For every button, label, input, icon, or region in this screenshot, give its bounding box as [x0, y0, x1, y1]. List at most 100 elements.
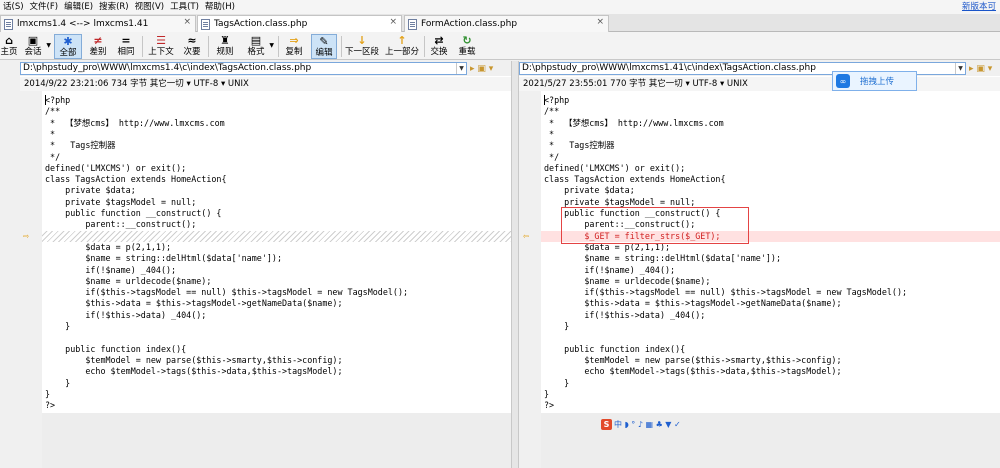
code-line: <?php: [544, 95, 570, 105]
code-line: * Tags控制器: [45, 140, 116, 151]
menu-item-help[interactable]: 帮助(H): [202, 0, 238, 14]
close-icon[interactable]: ×: [596, 17, 604, 27]
pane-splitter[interactable]: [511, 61, 519, 468]
menu-item-search[interactable]: 搜索(R): [96, 0, 132, 14]
close-icon[interactable]: ×: [183, 17, 191, 27]
left-marker-gutter: [20, 91, 42, 468]
swap-button[interactable]: ⇄ 交换: [428, 34, 450, 59]
code-line: * 【梦想cms】 http://www.lmxcms.com: [544, 117, 724, 128]
code-line: parent::__construct();: [45, 219, 197, 230]
swap-icon: ⇄: [434, 34, 444, 47]
toolbar-separator: [424, 36, 425, 57]
right-marker-gutter: [519, 91, 541, 468]
ime-toolbar[interactable]: S 中 ◗ ° ♪ ▦ ♣ ▼ ✓: [601, 419, 681, 430]
home-button[interactable]: ⌂ 主页: [0, 34, 18, 59]
tab-formaction[interactable]: FormAction.class.php ×: [404, 15, 609, 32]
tab-label: lmxcms1.4 <--> lmxcms1.41: [17, 19, 149, 29]
code-line: $name = urldecode($name);: [45, 275, 212, 286]
toolbar-separator: [142, 36, 143, 57]
menu-item-view[interactable]: 视图(V): [132, 0, 167, 14]
ime-tools: 中 ◗ ° ♪ ▦ ♣ ▼ ✓: [614, 420, 681, 429]
code-line: }: [544, 388, 550, 399]
left-gutter-strip: [0, 61, 20, 468]
minor-button[interactable]: ≈ 次要: [180, 34, 204, 59]
code-line: $name = urldecode($name);: [544, 275, 711, 286]
code-line: $this->data = $this->tagsModel->getNameD…: [45, 298, 343, 309]
right-path-bar: ▼ D:\phpstudy_pro\WWW\lmxcms1.41\c\index…: [519, 61, 1000, 76]
code-line: $data = p(2,1,1);: [45, 241, 172, 252]
toolbar-separator: [341, 36, 342, 57]
file-compare-icon: [201, 18, 210, 30]
missing-line-hatch: [42, 230, 511, 242]
right-pane: ▼ D:\phpstudy_pro\WWW\lmxcms1.41\c\index…: [519, 61, 1000, 468]
code-line: */: [544, 151, 560, 162]
arrow-up-icon: ↑: [397, 34, 407, 47]
show-same-button[interactable]: = 相同: [114, 34, 138, 59]
show-diffs-button[interactable]: ≠ 差别: [86, 34, 110, 59]
code-line: public function __construct() {: [45, 208, 222, 218]
code-line: }: [544, 377, 570, 388]
code-line: *: [45, 128, 56, 139]
sogou-logo-icon: S: [601, 419, 612, 430]
folder-compare-icon: [4, 18, 13, 30]
right-file-info: 2021/5/27 23:55:01 770 字节 其它一切 ▾ UTF-8 ▾…: [519, 77, 1000, 91]
menu-item-edit[interactable]: 编辑(E): [61, 0, 96, 14]
reload-button[interactable]: ↻ 重载: [456, 34, 478, 59]
folder-browse-icon[interactable]: ▸ ▣ ▾: [969, 64, 992, 74]
code-line: }: [45, 321, 71, 331]
arrow-right-icon: ⇒: [289, 34, 299, 47]
code-line: */: [45, 151, 61, 162]
left-path-input[interactable]: ▼ D:\phpstudy_pro\WWW\lmxcms1.4\c\index\…: [20, 62, 467, 75]
toolbar-separator: [278, 36, 279, 57]
context-button[interactable]: ☰ 上下文: [146, 34, 176, 59]
code-line: * 【梦想cms】 http://www.lmxcms.com: [45, 117, 225, 128]
session-button[interactable]: ▣ 会话 ▼: [21, 34, 51, 59]
reload-icon: ↻: [462, 34, 472, 47]
chevron-down-icon[interactable]: ▼: [955, 63, 965, 74]
edit-button[interactable]: ✎ 编辑: [311, 34, 337, 59]
left-code-view[interactable]: <?php/** * 【梦想cms】 http://www.lmxcms.com…: [23, 91, 511, 468]
code-line: ?>: [45, 400, 56, 411]
code-line: ?>: [544, 400, 555, 411]
prev-section-button[interactable]: ↑ 上一部分: [384, 34, 420, 59]
tab-tagsaction[interactable]: TagsAction.class.php ×: [197, 15, 402, 32]
menu-bar: 话(S) 文件(F) 编辑(E) 搜索(R) 视图(V) 工具(T) 帮助(H)…: [0, 0, 1000, 14]
file-compare-icon: [408, 18, 417, 30]
rules-button[interactable]: ♜ 规则: [213, 34, 237, 59]
menu-item-file[interactable]: 文件(F): [27, 0, 62, 14]
tab-session-compare[interactable]: lmxcms1.4 <--> lmxcms1.41 ×: [0, 15, 196, 32]
code-line: if(!$this->data) _404();: [544, 309, 706, 320]
rules-icon: ♜: [220, 34, 230, 47]
close-icon[interactable]: ×: [389, 17, 397, 27]
next-section-button[interactable]: ↓ 下一区段: [344, 34, 380, 59]
code-line: }: [45, 377, 71, 388]
diff-arrow-left-icon[interactable]: ⇦: [523, 231, 529, 242]
menu-item-session[interactable]: 话(S): [0, 0, 27, 14]
show-all-button[interactable]: ✱ 全部: [54, 34, 82, 59]
drag-upload-button[interactable]: ∞ 拖拽上传: [832, 71, 917, 91]
left-pane: ▼ D:\phpstudy_pro\WWW\lmxcms1.4\c\index\…: [20, 61, 511, 468]
annotation-red-box: [561, 207, 749, 244]
cloud-upload-icon: ∞: [836, 74, 850, 88]
code-line: private $data;: [544, 185, 635, 196]
right-code-view[interactable]: <?php/** * 【梦想cms】 http://www.lmxcms.com…: [523, 91, 1000, 468]
new-version-link[interactable]: 新版本可: [962, 0, 996, 14]
code-line: $this->data = $this->tagsModel->getNameD…: [544, 298, 842, 309]
code-line: public function index(){: [544, 343, 686, 354]
chevron-down-icon[interactable]: ▼: [456, 63, 466, 74]
code-line: /**: [45, 106, 61, 117]
folder-browse-icon[interactable]: ▸ ▣ ▾: [470, 64, 493, 74]
code-line: if(!$this->data) _404();: [45, 309, 207, 320]
menu-item-tools[interactable]: 工具(T): [167, 0, 202, 14]
format-button[interactable]: ▤ 格式 ▼: [244, 34, 274, 59]
text-caret: [544, 95, 545, 105]
text-caret: [45, 95, 46, 105]
code-line: defined('LMXCMS') or exit();: [45, 162, 187, 173]
arrow-down-icon: ↓: [357, 34, 367, 47]
copy-button[interactable]: ⇒ 复制: [283, 34, 305, 59]
minor-icon: ≈: [187, 34, 197, 47]
code-line: if(!$name) _404();: [45, 264, 177, 275]
code-line: $name = string::delHtml($data['name']);: [544, 253, 781, 264]
diff-arrow-right-icon[interactable]: ⇨: [23, 231, 29, 242]
